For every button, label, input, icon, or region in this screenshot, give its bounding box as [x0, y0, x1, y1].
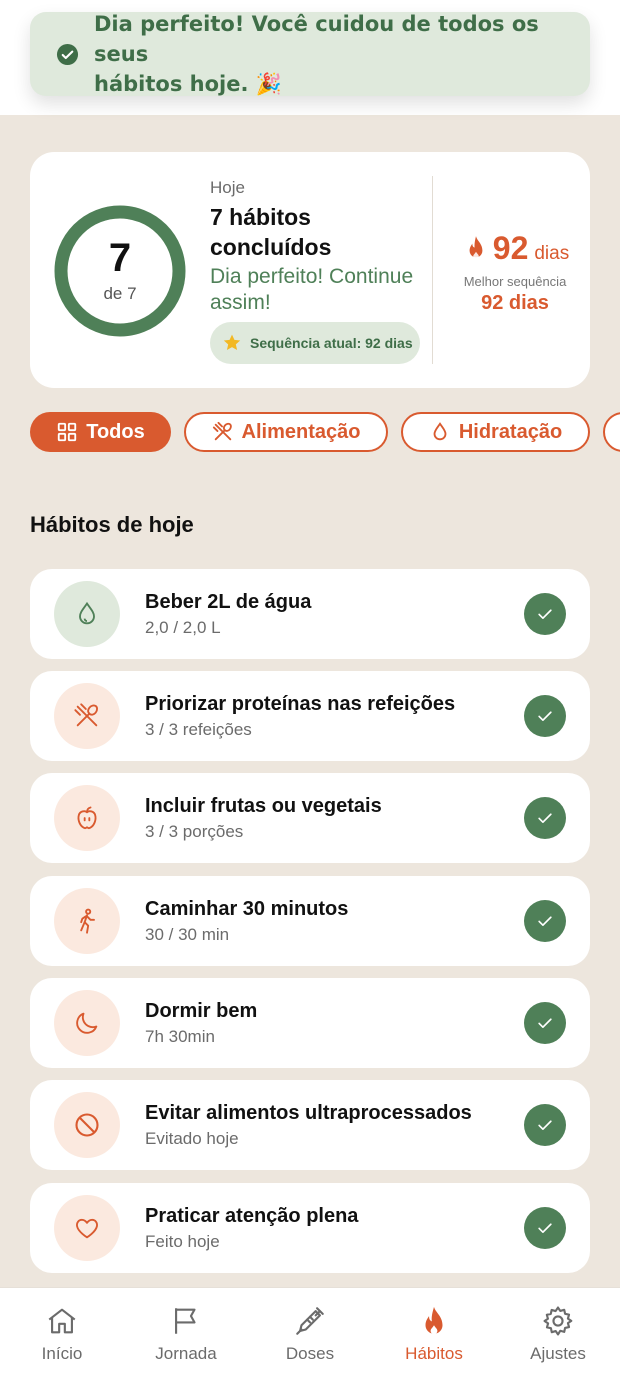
- grid-icon: [58, 422, 77, 442]
- category-filters: Todos Alimentação Hidratação: [30, 412, 620, 452]
- toast-line-2: hábitos hoje. 🎉: [94, 72, 282, 96]
- check-icon: [538, 916, 552, 926]
- habit-icon-badge: [54, 990, 120, 1056]
- habit-progress: Feito hoje: [145, 1232, 220, 1251]
- habit-name: Dormir bem: [145, 1000, 258, 1022]
- habit-card[interactable]: Beber 2L de água 2,0 / 2,0 L: [30, 569, 590, 659]
- habit-progress: 3 / 3 porções: [145, 822, 244, 841]
- habit-icon-badge: [54, 1195, 120, 1261]
- habit-name: Priorizar proteínas nas refeições: [145, 693, 456, 715]
- completed-count: 7: [108, 236, 132, 280]
- check-icon: [538, 1120, 552, 1130]
- section-title: Hábitos de hoje: [30, 512, 194, 537]
- habit-icon-badge: [54, 683, 120, 749]
- toast-message: Dia perfeito! Você cuidou de todos os se…: [94, 9, 570, 99]
- best-streak-label: Melhor sequência: [463, 274, 567, 289]
- habit-name: Evitar alimentos ultraprocessados: [145, 1102, 472, 1124]
- nav-ajustes[interactable]: Ajustes: [496, 1304, 620, 1364]
- habit-check-button[interactable]: [524, 1002, 566, 1044]
- nav-habitos[interactable]: Hábitos: [372, 1304, 496, 1364]
- total-count: de 7: [103, 284, 137, 303]
- nav-label: Início: [41, 1344, 83, 1363]
- habit-progress: 3 / 3 refeições: [145, 720, 252, 739]
- nav-inicio[interactable]: Início: [0, 1304, 124, 1364]
- filter-hidratacao[interactable]: Hidratação: [401, 412, 590, 452]
- habit-icon-badge: [54, 581, 120, 647]
- filter-label: Alimentação: [241, 420, 361, 443]
- habit-name: Praticar atenção plena: [145, 1205, 359, 1227]
- habit-check-button[interactable]: [524, 1104, 566, 1146]
- syringe-icon: [296, 1307, 324, 1335]
- check-circle-icon: [56, 43, 79, 65]
- habit-name: Beber 2L de água: [145, 591, 312, 613]
- habit-check-button[interactable]: [524, 797, 566, 839]
- habit-icon-badge: [54, 1092, 120, 1158]
- habit-check-button[interactable]: [524, 695, 566, 737]
- check-icon: [538, 813, 552, 823]
- check-icon: [538, 1018, 552, 1028]
- habit-progress: 2,0 / 2,0 L: [145, 618, 221, 637]
- nav-jornada[interactable]: Jornada: [124, 1304, 248, 1364]
- nav-doses[interactable]: Doses: [248, 1304, 372, 1364]
- habit-progress: Evitado hoje: [145, 1129, 239, 1148]
- apple-icon: [77, 806, 97, 830]
- flag-icon: [175, 1308, 196, 1334]
- habit-card[interactable]: Evitar alimentos ultraprocessados Evitad…: [30, 1080, 590, 1170]
- heart-icon: [76, 1218, 98, 1239]
- moon-icon: [76, 1012, 98, 1034]
- best-streak-value: 92 dias: [481, 292, 549, 314]
- habit-progress: 30 / 30 min: [145, 925, 230, 944]
- check-icon: [538, 1223, 552, 1233]
- filter-label: Hidratação: [458, 420, 563, 443]
- habit-card[interactable]: Caminhar 30 minutos 30 / 30 min: [30, 876, 590, 966]
- habit-name: Caminhar 30 minutos: [145, 898, 349, 920]
- check-icon: [538, 711, 552, 721]
- current-streak-text: Sequência atual: 92 dias: [250, 335, 413, 351]
- filter-label: Todos: [86, 420, 145, 443]
- habit-check-button[interactable]: [524, 593, 566, 635]
- habit-card[interactable]: Praticar atenção plena Feito hoje: [30, 1183, 590, 1273]
- home-icon: [48, 1308, 76, 1334]
- nav-label: Jornada: [155, 1344, 217, 1363]
- today-label: Hoje: [210, 178, 245, 197]
- current-streak-badge: Sequência atual: 92 dias: [210, 322, 420, 364]
- habit-card[interactable]: Priorizar proteínas nas refeições 3 / 3 …: [30, 671, 590, 761]
- habit-card[interactable]: Incluir frutas ou vegetais 3 / 3 porções: [30, 773, 590, 863]
- success-toast: Dia perfeito! Você cuidou de todos os se…: [30, 12, 590, 96]
- habit-check-button[interactable]: [524, 1207, 566, 1249]
- toast-line-1: Dia perfeito! Você cuidou de todos os se…: [94, 12, 539, 66]
- utensils-icon: [74, 703, 98, 727]
- drop-icon: [79, 601, 95, 625]
- perfect-day-message: Dia perfeito! Continue assim!: [210, 265, 414, 314]
- nav-label: Hábitos: [405, 1344, 463, 1363]
- filter-alimentacao[interactable]: Alimentação: [184, 412, 388, 452]
- habit-progress: 7h 30min: [145, 1027, 215, 1046]
- gear-icon: [543, 1306, 573, 1336]
- filter-todos[interactable]: Todos: [30, 412, 171, 452]
- completed-title: 7 hábitos concluídos: [210, 204, 332, 260]
- flame-icon: [469, 235, 483, 259]
- habit-icon-badge: [54, 785, 120, 851]
- drop-icon: [433, 422, 447, 441]
- best-streak-row: 92 dias: [452, 230, 582, 267]
- habit-icon-badge: [54, 888, 120, 954]
- flame-icon: [425, 1306, 443, 1335]
- best-streak-unit: dias: [534, 243, 570, 264]
- habit-card[interactable]: Dormir bem 7h 30min: [30, 978, 590, 1068]
- nav-label: Doses: [285, 1344, 335, 1363]
- habit-check-button[interactable]: [524, 900, 566, 942]
- utensils-icon: [212, 421, 232, 441]
- walking-icon: [80, 908, 95, 934]
- nav-label: Ajustes: [530, 1344, 586, 1363]
- prohibited-icon: [75, 1113, 99, 1137]
- bottom-navigation: Início Jornada Doses Hábitos Ajustes: [0, 1287, 620, 1377]
- best-streak-number: 92: [492, 230, 529, 266]
- check-icon: [538, 609, 552, 619]
- divider: [432, 176, 433, 364]
- filter-more[interactable]: [603, 412, 620, 452]
- daily-summary-card: 7 de 7 Hoje 7 hábitos concluídos Dia per…: [30, 152, 590, 388]
- star-icon: [223, 334, 241, 350]
- habit-name: Incluir frutas ou vegetais: [145, 795, 382, 817]
